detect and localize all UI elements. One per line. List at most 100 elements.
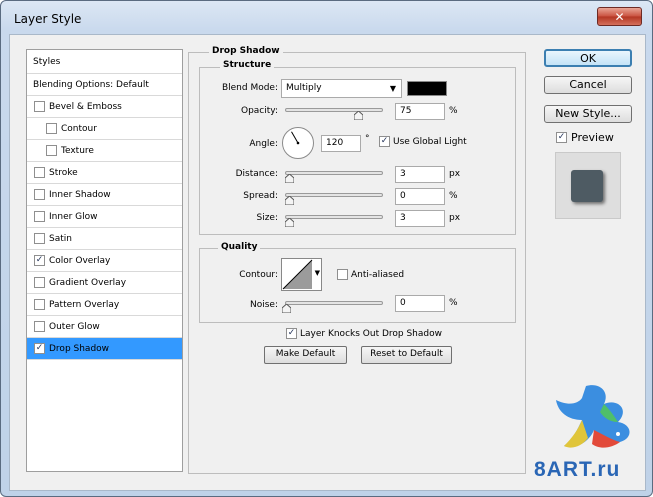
contour-linear-icon [282, 259, 313, 290]
quality-group [199, 248, 516, 323]
chevron-down-icon: ▼ [389, 84, 396, 93]
opacity-label: Opacity: [241, 106, 278, 116]
style-item-outer-glow[interactable]: Outer Glow [27, 316, 182, 338]
style-item-label: Inner Glow [49, 212, 98, 222]
watermark: 8ART.ru [534, 380, 642, 488]
style-item-checkbox[interactable] [34, 233, 45, 244]
style-item-label: Gradient Overlay [49, 278, 127, 288]
styles-header-label: Styles [33, 57, 61, 67]
cancel-button[interactable]: Cancel [544, 76, 632, 94]
noise-label: Noise: [250, 300, 278, 310]
degree-symbol: ° [365, 134, 370, 144]
preview-swatch [571, 170, 603, 202]
blending-options-item[interactable]: Blending Options: Default [27, 74, 182, 96]
style-item-checkbox[interactable] [34, 299, 45, 310]
opacity-slider-thumb[interactable] [353, 110, 364, 121]
shadow-color-swatch[interactable] [407, 81, 447, 96]
styles-header[interactable]: Styles [27, 50, 182, 74]
style-item-stroke[interactable]: Stroke [27, 162, 182, 184]
distance-unit: px [449, 169, 461, 179]
style-item-checkbox[interactable] [46, 123, 57, 134]
size-slider[interactable] [285, 215, 383, 219]
style-item-label: Drop Shadow [49, 344, 110, 354]
ok-button[interactable]: OK [544, 49, 632, 67]
size-unit: px [449, 213, 461, 223]
angle-dial[interactable] [281, 126, 315, 160]
distance-slider[interactable] [285, 171, 383, 175]
anti-aliased-label: Anti-aliased [351, 270, 405, 280]
style-item-label: Texture [61, 146, 94, 156]
distance-slider-thumb[interactable] [284, 173, 295, 184]
style-item-drop-shadow[interactable]: ✓ Drop Shadow [27, 338, 182, 360]
make-default-button[interactable]: Make Default [264, 346, 347, 364]
spread-slider-thumb[interactable] [284, 195, 295, 206]
style-item-checkbox[interactable] [34, 321, 45, 332]
style-item-checkbox[interactable] [46, 145, 57, 156]
window-title: Layer Style [14, 12, 82, 26]
angle-label: Angle: [249, 139, 278, 149]
anti-aliased-checkbox[interactable] [337, 269, 348, 280]
distance-label: Distance: [235, 169, 278, 179]
style-item-label: Pattern Overlay [49, 300, 120, 310]
spread-label: Spread: [243, 191, 278, 201]
style-item-checkbox[interactable] [34, 101, 45, 112]
blending-options-label: Blending Options: Default [33, 80, 149, 90]
spread-slider[interactable] [285, 193, 383, 197]
contour-picker[interactable]: ▼ [281, 258, 322, 291]
noise-slider[interactable] [285, 301, 383, 305]
style-item-inner-shadow[interactable]: Inner Shadow [27, 184, 182, 206]
use-global-light-label: Use Global Light [393, 137, 467, 147]
contour-label: Contour: [239, 270, 278, 280]
blend-mode-label: Blend Mode: [221, 83, 278, 93]
size-input[interactable]: 3 [395, 210, 445, 227]
style-item-checkbox[interactable] [34, 277, 45, 288]
size-slider-thumb[interactable] [284, 217, 295, 228]
noise-slider-thumb[interactable] [281, 303, 292, 314]
opacity-slider[interactable] [285, 108, 383, 112]
style-item-contour[interactable]: Contour [27, 118, 182, 140]
style-item-label: Contour [61, 124, 97, 134]
angle-input[interactable]: 120 [321, 135, 361, 152]
parrot-logo-icon [556, 385, 630, 448]
style-item-label: Inner Shadow [49, 190, 111, 200]
style-item-satin[interactable]: Satin [27, 228, 182, 250]
style-item-checkbox[interactable] [34, 211, 45, 222]
style-item-checkbox[interactable] [34, 189, 45, 200]
style-item-checkbox[interactable]: ✓ [34, 343, 45, 354]
style-item-inner-glow[interactable]: Inner Glow [27, 206, 182, 228]
use-global-light-checkbox[interactable]: ✓ [379, 136, 390, 147]
blend-mode-select[interactable]: Multiply ▼ [281, 79, 402, 98]
style-item-bevel-emboss[interactable]: Bevel & Emboss [27, 96, 182, 118]
style-item-pattern-overlay[interactable]: Pattern Overlay [27, 294, 182, 316]
style-item-label: Color Overlay [49, 256, 111, 266]
preview-label: Preview [571, 131, 614, 144]
check-icon: ✓ [287, 328, 296, 338]
style-item-texture[interactable]: Texture [27, 140, 182, 162]
style-item-label: Satin [49, 234, 72, 244]
preview-checkbox[interactable]: ✓ [556, 132, 567, 143]
check-icon: ✓ [380, 136, 389, 146]
new-style-button[interactable]: New Style... [544, 105, 632, 123]
reset-to-default-button[interactable]: Reset to Default [361, 346, 452, 364]
layer-knocks-out-checkbox[interactable]: ✓ [286, 328, 297, 339]
style-item-gradient-overlay[interactable]: Gradient Overlay [27, 272, 182, 294]
title-bar[interactable]: Layer Style ✕ [1, 1, 652, 35]
noise-input[interactable]: 0 [395, 295, 445, 312]
spread-input[interactable]: 0 [395, 188, 445, 205]
dialog-window: Layer Style ✕ Styles Blending Options: D… [0, 0, 653, 497]
opacity-percent: % [449, 106, 458, 116]
preview-thumbnail [555, 152, 621, 219]
styles-list: Styles Blending Options: Default Bevel &… [26, 49, 183, 472]
drop-shadow-title: Drop Shadow [209, 46, 283, 56]
style-item-label: Stroke [49, 168, 78, 178]
style-item-checkbox[interactable] [34, 167, 45, 178]
chevron-down-icon: ▼ [314, 269, 320, 277]
style-item-label: Bevel & Emboss [49, 102, 122, 112]
dialog-client: Styles Blending Options: Default Bevel &… [9, 34, 646, 491]
style-item-color-overlay[interactable]: ✓ Color Overlay [27, 250, 182, 272]
close-button[interactable]: ✕ [597, 7, 642, 26]
style-item-checkbox[interactable]: ✓ [34, 255, 45, 266]
distance-input[interactable]: 3 [395, 166, 445, 183]
opacity-input[interactable]: 75 [395, 103, 445, 120]
watermark-text: 8ART.ru [534, 458, 621, 481]
